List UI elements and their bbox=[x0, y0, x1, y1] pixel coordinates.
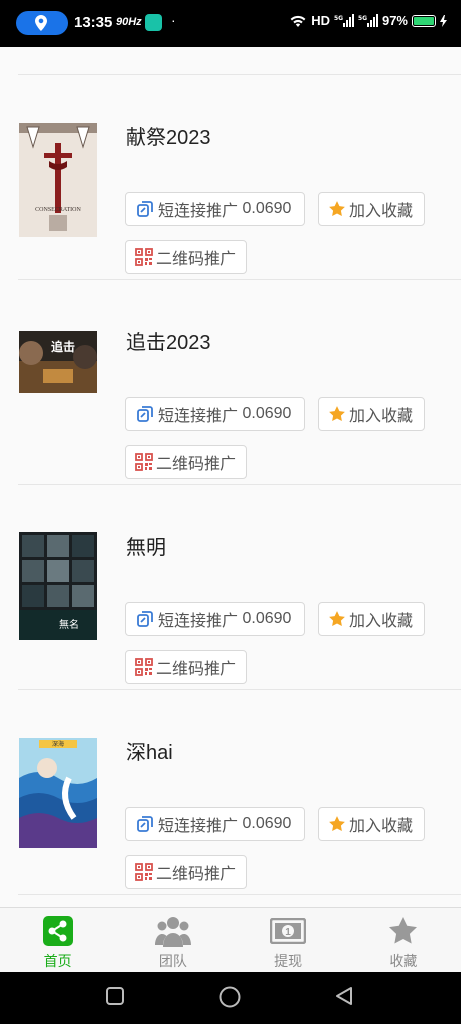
star-icon bbox=[329, 406, 345, 422]
movie-title: 深hai bbox=[126, 742, 173, 764]
copy-link-icon bbox=[137, 201, 153, 217]
item-divider bbox=[18, 894, 461, 895]
svg-text:1: 1 bbox=[285, 927, 291, 938]
tab-favorites[interactable]: 收藏 bbox=[346, 908, 461, 972]
add-to-favorites-button[interactable]: 加入收藏 bbox=[318, 397, 425, 431]
qr-code-icon bbox=[135, 863, 153, 881]
qr-label: 二维码推广 bbox=[156, 456, 237, 473]
home-button[interactable] bbox=[219, 986, 241, 1008]
copy-link-icon bbox=[137, 816, 153, 832]
short-link-promote-button[interactable]: 短连接推广 0.0690 bbox=[125, 397, 305, 431]
list-item: 追击 追击2023 短连接推广 0.0690 加入收藏二维码推广 bbox=[0, 280, 461, 485]
signal-2-icon: 5G bbox=[358, 14, 378, 27]
add-to-favorites-button[interactable]: 加入收藏 bbox=[318, 192, 425, 226]
movie-title: 無明 bbox=[126, 537, 166, 559]
movie-poster[interactable]: CONSECRATION bbox=[19, 123, 97, 237]
promotion-rate: 0.0690 bbox=[242, 815, 292, 832]
system-nav-bar bbox=[0, 972, 461, 1024]
star-icon bbox=[389, 917, 418, 944]
qr-code-promote-button[interactable]: 二维码推广 bbox=[125, 445, 247, 479]
star-icon bbox=[329, 201, 345, 217]
qr-label: 二维码推广 bbox=[156, 866, 237, 883]
short-link-label: 短连接推广 bbox=[158, 203, 239, 220]
short-link-promote-button[interactable]: 短连接推广 0.0690 bbox=[125, 602, 305, 636]
qr-label: 二维码推广 bbox=[156, 661, 237, 678]
poster-text: 無名 bbox=[59, 618, 79, 631]
location-indicator bbox=[16, 11, 68, 35]
poster-text: CONSECRATION bbox=[35, 207, 81, 213]
favorite-label: 加入收藏 bbox=[349, 203, 414, 220]
tab-withdraw[interactable]: 1 提现 bbox=[231, 908, 346, 972]
short-link-promote-button[interactable]: 短连接推广 0.0690 bbox=[125, 192, 305, 226]
share-icon bbox=[42, 916, 73, 946]
qr-code-icon bbox=[135, 248, 153, 266]
tab-home-label: 首页 bbox=[43, 953, 72, 969]
movie-title: 追击2023 bbox=[126, 332, 211, 354]
team-icon bbox=[154, 917, 191, 947]
charging-icon bbox=[440, 14, 447, 27]
battery-percent: 97% bbox=[381, 13, 408, 28]
favorite-label: 加入收藏 bbox=[349, 818, 414, 835]
qr-code-icon bbox=[135, 453, 153, 471]
qr-code-promote-button[interactable]: 二维码推广 bbox=[125, 650, 247, 684]
copy-link-icon bbox=[137, 611, 153, 627]
qr-label: 二维码推广 bbox=[156, 251, 237, 268]
qr-code-promote-button[interactable]: 二维码推广 bbox=[125, 855, 247, 889]
copy-link-icon bbox=[137, 406, 153, 422]
movie-title: 献祭2023 bbox=[126, 127, 211, 149]
svg-text:5G: 5G bbox=[358, 15, 367, 22]
wifi-icon bbox=[290, 15, 306, 27]
poster-text: 深海 bbox=[52, 740, 64, 748]
location-pin-icon bbox=[35, 15, 47, 31]
poster-text: 追击 bbox=[51, 339, 75, 354]
promotion-rate: 0.0690 bbox=[242, 610, 292, 627]
svg-text:5G: 5G bbox=[334, 15, 343, 22]
short-link-label: 短连接推广 bbox=[158, 408, 239, 425]
favorite-label: 加入收藏 bbox=[349, 613, 414, 630]
tab-favorites-label: 收藏 bbox=[389, 953, 418, 969]
tab-team-label: 团队 bbox=[158, 953, 187, 969]
refresh-rate: 90Hz bbox=[116, 16, 142, 28]
status-bar: 13:35 90Hz · HD 5G 5G 97% bbox=[0, 0, 461, 47]
recents-button[interactable] bbox=[105, 986, 125, 1006]
add-to-favorites-button[interactable]: 加入收藏 bbox=[318, 602, 425, 636]
promotion-rate: 0.0690 bbox=[242, 405, 292, 422]
short-link-label: 短连接推广 bbox=[158, 818, 239, 835]
list-item: 無名 無明短连接推广 0.0690 加入收藏二维码推广 bbox=[0, 485, 461, 690]
list-item: 深海 深hai 短连接推广 0.0690 加入收藏二维码推广 bbox=[0, 690, 461, 895]
network-type: HD bbox=[311, 13, 330, 28]
more-dot-icon: · bbox=[171, 12, 176, 28]
short-link-promote-button[interactable]: 短连接推广 0.0690 bbox=[125, 807, 305, 841]
qr-code-icon bbox=[135, 658, 153, 676]
clock: 13:35 bbox=[74, 14, 113, 31]
bottom-nav: 首页 团队 1 提现 收藏 bbox=[0, 907, 461, 972]
favorite-label: 加入收藏 bbox=[349, 408, 414, 425]
promotion-rate: 0.0690 bbox=[242, 200, 292, 217]
star-icon bbox=[329, 611, 345, 627]
battery-icon bbox=[412, 14, 436, 27]
star-icon bbox=[329, 816, 345, 832]
movie-poster[interactable]: 追击 bbox=[19, 331, 97, 393]
qr-code-promote-button[interactable]: 二维码推广 bbox=[125, 240, 247, 274]
tab-team[interactable]: 团队 bbox=[115, 908, 230, 972]
short-link-label: 短连接推广 bbox=[158, 613, 239, 630]
app-notification-icon bbox=[145, 14, 162, 31]
signal-1-icon: 5G bbox=[334, 14, 354, 27]
status-right: HD 5G 5G 97% bbox=[289, 13, 447, 28]
movie-poster[interactable]: 無名 bbox=[19, 532, 97, 640]
movie-poster[interactable]: 深海 bbox=[19, 738, 97, 848]
movie-list[interactable]: CONSECRATION 献祭2023 短连接推广 0.0690 加入收藏 二维码推广追… bbox=[0, 47, 461, 907]
add-to-favorites-button[interactable]: 加入收藏 bbox=[318, 807, 425, 841]
tab-withdraw-label: 提现 bbox=[274, 953, 303, 969]
cash-icon: 1 bbox=[270, 918, 307, 944]
list-item: CONSECRATION 献祭2023 短连接推广 0.0690 加入收藏二维码推广 bbox=[0, 75, 461, 280]
tab-home[interactable]: 首页 bbox=[0, 908, 115, 972]
back-button[interactable] bbox=[334, 986, 354, 1006]
